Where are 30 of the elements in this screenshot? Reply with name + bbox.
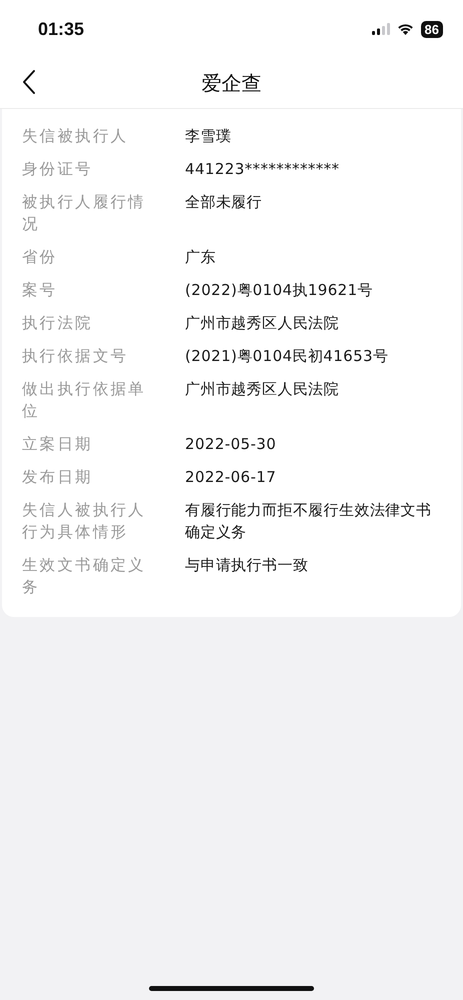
field-label: 身份证号 — [22, 158, 94, 180]
battery-indicator: 86 — [420, 20, 443, 38]
field-label: 立案日期 — [22, 434, 94, 454]
field-label: 生效文书确定义务 — [22, 554, 146, 598]
field-label: 案号 — [22, 280, 58, 300]
field-value: 2022-05-30 — [185, 434, 278, 454]
field-label: 执行依据文号 — [22, 346, 130, 366]
field-value: 2022-06-17 — [185, 466, 278, 488]
field-value: 有履行能力而拒不履行生效法律文书确定义务 — [185, 500, 432, 542]
field-value: 441223************ — [185, 158, 340, 180]
field-label: 失信被执行人 — [22, 126, 130, 146]
field-label: 执行法院 — [22, 312, 94, 334]
field-value: 广州市越秀区人民法院 — [185, 378, 340, 400]
field-value: 全部未履行 — [185, 192, 263, 212]
field-label: 被执行人履行情况 — [22, 192, 146, 234]
field-value: 广东 — [185, 246, 217, 268]
field-value: (2021)粤0104民初41653号 — [185, 346, 390, 366]
field-value: 与申请执行书一致 — [185, 554, 310, 576]
field-value: 李雪璞 — [185, 126, 232, 146]
signal-icon — [372, 23, 390, 35]
field-value: (2022)粤0104执19621号 — [185, 280, 374, 300]
field-label: 发布日期 — [22, 466, 94, 488]
wifi-icon — [396, 23, 414, 35]
status-time: 01:35 — [38, 18, 84, 40]
back-icon[interactable] — [22, 69, 36, 95]
field-label: 做出执行依据单位 — [22, 378, 146, 422]
field-label: 失信人被执行人行为具体情形 — [22, 500, 146, 542]
page-title: 爱企查 — [202, 70, 262, 96]
field-value: 广州市越秀区人民法院 — [185, 312, 340, 334]
field-label: 省份 — [22, 246, 58, 268]
